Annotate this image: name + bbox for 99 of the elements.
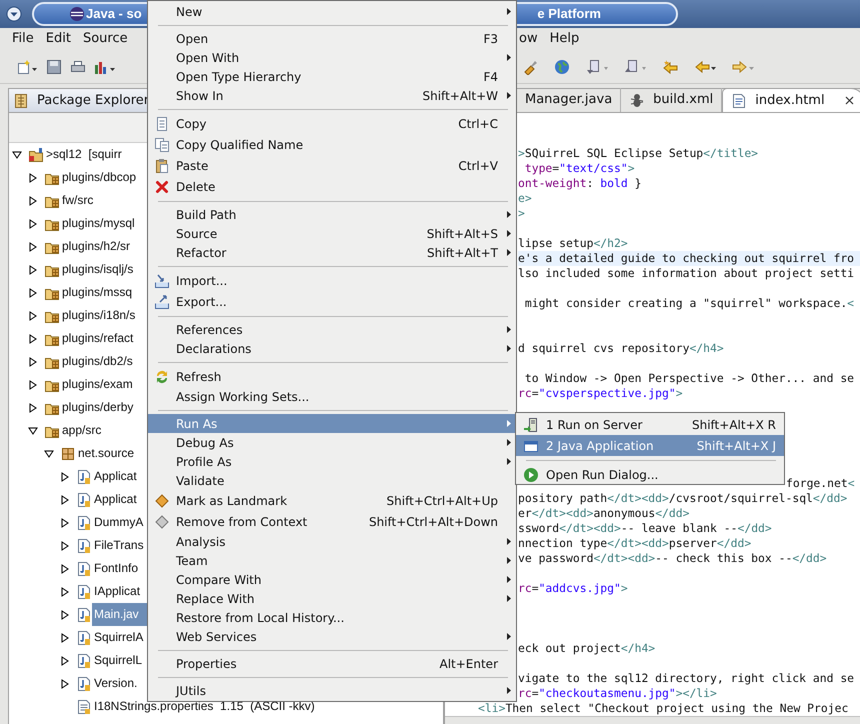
code-line: d squirrel cvs repository</h4> [518, 341, 725, 356]
shortcut-text: Shift+Alt+X R [692, 416, 777, 434]
tree-label[interactable]: plugins/mysql [60, 212, 147, 235]
menu-item[interactable]: Build Path [148, 205, 516, 224]
menu-item[interactable]: JUtils [148, 681, 516, 700]
menu-item[interactable]: Debug As [148, 433, 516, 452]
tree-label[interactable]: SquirrelA [92, 626, 147, 649]
code-line: <li>Then select "Checkout project using the New Projec [478, 701, 850, 716]
shortcut-text: F4 [483, 68, 499, 86]
menu-item[interactable]: Copy Qualified Name [148, 134, 516, 155]
menu-item[interactable]: Open F3 [148, 29, 516, 48]
code-line: to Window -> Open Perspective -> Other... and se [524, 371, 856, 386]
code-line: eck out project</h4> [518, 641, 656, 656]
tree-label[interactable]: FileTrans [92, 534, 147, 557]
code-line: er</dt><dd>anonymous</dd> [518, 506, 690, 521]
tree-label[interactable]: plugins/refact [60, 327, 147, 350]
menu-item[interactable]: Profile As [148, 452, 516, 471]
menu-item[interactable]: Paste Ctrl+V [148, 155, 516, 176]
code-line: rc="cvsperspective.jpg"> [518, 386, 684, 401]
code-line: rc="addcvs.jpg"> [518, 581, 629, 596]
tree-label[interactable]: Applicat [92, 488, 147, 511]
menu-item[interactable]: Web Services [148, 627, 516, 646]
shortcut-text: Shift+Alt+T [427, 244, 499, 262]
tree-label[interactable]: FontInfo [92, 557, 147, 580]
menu-item[interactable]: Analysis [148, 532, 516, 551]
code-line: might consider creating a "squirrel" workspace.< [524, 296, 856, 311]
code-line: lipse setup</h2> [518, 236, 629, 251]
menu-item[interactable]: Replace With [148, 589, 516, 608]
tree-label[interactable]: >sql12 [squirr [44, 143, 147, 166]
view-tab[interactable]: Package Explorer [37, 90, 150, 110]
tree-label[interactable]: Version. [92, 672, 147, 695]
menu-item[interactable]: Refactor Shift+Alt+T [148, 243, 516, 262]
code-line: ont-weight: bold } [518, 176, 642, 191]
code-line: ve password</dt><dd>-- check this box --</dd> [518, 551, 828, 566]
tree-label[interactable]: app/src [60, 419, 147, 442]
code-line: pository path</dt><dd>/cvsroot/squirrel-sql</dd> [518, 491, 848, 506]
tree-label[interactable]: DummyA [92, 511, 147, 534]
editor-tab[interactable]: index.html [722, 88, 860, 112]
window-title: Java - so [86, 5, 142, 24]
menu-item[interactable]: New [148, 2, 516, 21]
menu-item[interactable]: Help [544, 28, 586, 50]
menu-item[interactable]: Source Shift+Alt+S [148, 224, 516, 243]
code-line: vigate to the sql12 directory, right click and se [518, 671, 856, 686]
menu-item[interactable]: Show In Shift+Alt+W [148, 86, 516, 105]
menu-item[interactable]: Delete [148, 176, 516, 197]
menu-item[interactable]: 1 Run on Server Shift+Alt+X R [516, 414, 784, 435]
code-line: ssword</dt><dd>-- leave blank --</dd> [518, 521, 773, 536]
menu-item[interactable]: Validate [148, 471, 516, 490]
tree-label[interactable]: IApplicat [92, 580, 147, 603]
menu-item[interactable]: Import... [148, 270, 516, 291]
shortcut-text: Ctrl+C [458, 116, 499, 132]
code-line: nnection type</dt><dd>pserver</dd> [518, 536, 752, 551]
code-line: >SQuirreL SQL Eclipse Setup</title> [518, 146, 760, 161]
shortcut-text: Alt+Enter [439, 656, 499, 672]
tree-label[interactable]: SquirrelL [92, 649, 147, 672]
shortcut-text: Ctrl+V [458, 158, 499, 174]
menu-item[interactable]: Remove from Context Shift+Ctrl+Alt+Down [148, 511, 516, 532]
tree-label[interactable]: plugins/mssq [60, 281, 147, 304]
menu-item[interactable]: File [6, 28, 40, 50]
tree-label[interactable]: fw/src [60, 189, 147, 212]
tree-label[interactable]: plugins/h2/sr [60, 235, 147, 258]
tree-label[interactable]: plugins/isqlj/s [60, 258, 147, 281]
menu-item[interactable]: Team [148, 551, 516, 570]
shortcut-text: Shift+Alt+S [426, 226, 499, 242]
menu-item[interactable]: Open Type Hierarchy F4 [148, 67, 516, 86]
menu-item[interactable]: Restore from Local History... [148, 608, 516, 627]
tree-label[interactable]: plugins/dbcop [60, 166, 147, 189]
menu-item[interactable]: References [148, 320, 516, 339]
menu-item[interactable]: Mark as Landmark Shift+Ctrl+Alt+Up [148, 490, 516, 511]
tree-label[interactable]: plugins/exam [60, 373, 147, 396]
shortcut-text: Shift+Ctrl+Alt+Up [386, 492, 499, 510]
tree-label[interactable]: plugins/derby [60, 396, 147, 419]
code-line: > [518, 206, 526, 221]
code-line: forge.net< [786, 476, 856, 491]
menu-item[interactable]: ow [513, 28, 544, 50]
code-line: rc="checkoutasmenu.jpg"></li> [518, 686, 718, 701]
menu-item[interactable]: Refresh [148, 366, 516, 387]
menu-item[interactable]: Open With [148, 48, 516, 67]
tree-label[interactable]: Applicat [92, 465, 147, 488]
tree-label[interactable]: plugins/i18n/s [60, 304, 147, 327]
menu-item[interactable]: Compare With [148, 570, 516, 589]
shortcut-text: F3 [483, 30, 499, 48]
shortcut-text: Shift+Alt+W [422, 88, 499, 104]
code-line: lso included some information about project setti [518, 266, 856, 281]
menu-item[interactable]: Copy Ctrl+C [148, 113, 516, 134]
tree-label[interactable]: net.source [76, 442, 147, 465]
window-title: e Platform [537, 5, 601, 24]
menu-item[interactable]: Export... [148, 291, 516, 312]
menu-item[interactable]: Edit [40, 28, 77, 50]
tree-label[interactable]: plugins/db2/s [60, 350, 147, 373]
menu-item[interactable]: Source [76, 28, 134, 50]
code-line: type="text/css"> [524, 161, 636, 176]
shortcut-text: Shift+Ctrl+Alt+Down [368, 514, 499, 530]
menu-item[interactable]: Properties Alt+Enter [148, 654, 516, 673]
menu-item[interactable]: Open Run Dialog... [516, 464, 784, 485]
menu-item[interactable]: Assign Working Sets... [148, 387, 516, 406]
code-line: e> [518, 191, 533, 206]
menu-item[interactable]: Declarations [148, 339, 516, 358]
shortcut-text: Shift+Alt+X J [696, 438, 777, 454]
